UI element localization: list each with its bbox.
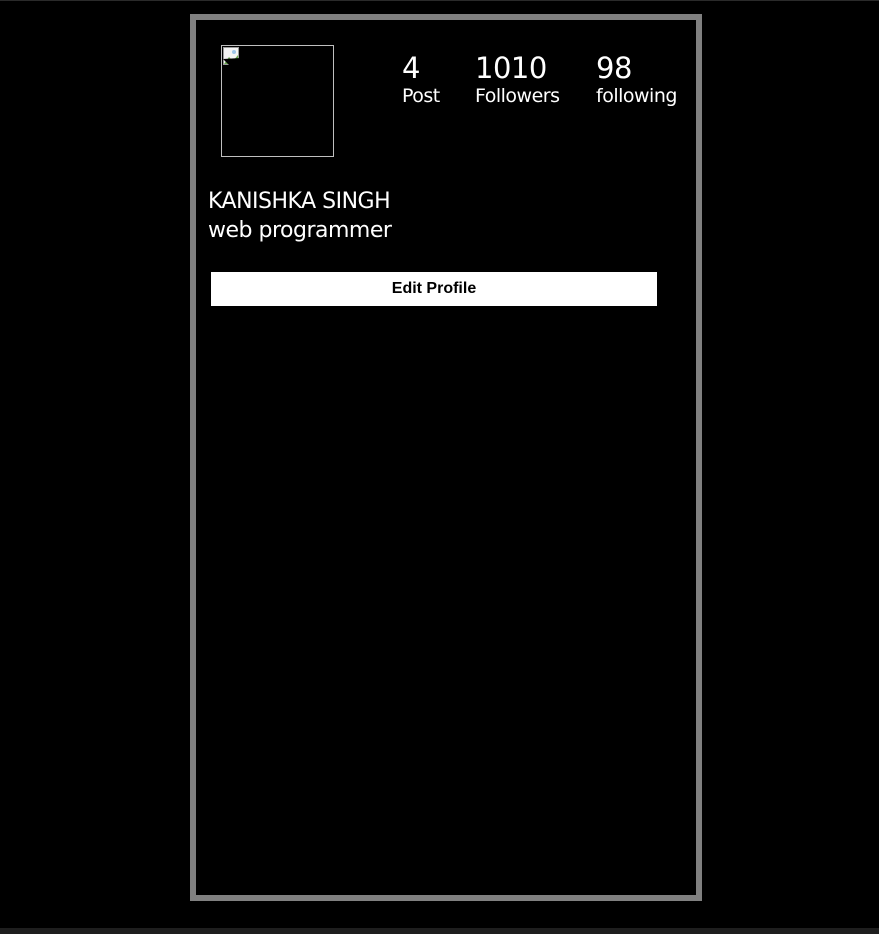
stat-following[interactable]: 98 following [596, 52, 677, 108]
following-count: 98 [596, 51, 632, 85]
bottom-divider [0, 928, 879, 934]
edit-profile-button[interactable]: Edit Profile [211, 272, 657, 306]
posts-count: 4 [402, 51, 420, 85]
top-divider [0, 0, 879, 1]
followers-count: 1010 [475, 51, 547, 85]
profile-name: KANISHKA SINGH [208, 189, 391, 214]
stat-posts[interactable]: 4 Post [402, 52, 440, 108]
posts-label: Post [402, 85, 440, 107]
stat-followers[interactable]: 1010 Followers [475, 52, 560, 108]
profile-card: 4 Post 1010 Followers 98 following KANIS… [190, 14, 702, 901]
profile-stats: 4 Post 1010 Followers 98 following [196, 52, 696, 122]
profile-bio: web programmer [208, 218, 392, 243]
followers-label: Followers [475, 85, 560, 107]
following-label: following [596, 85, 677, 107]
